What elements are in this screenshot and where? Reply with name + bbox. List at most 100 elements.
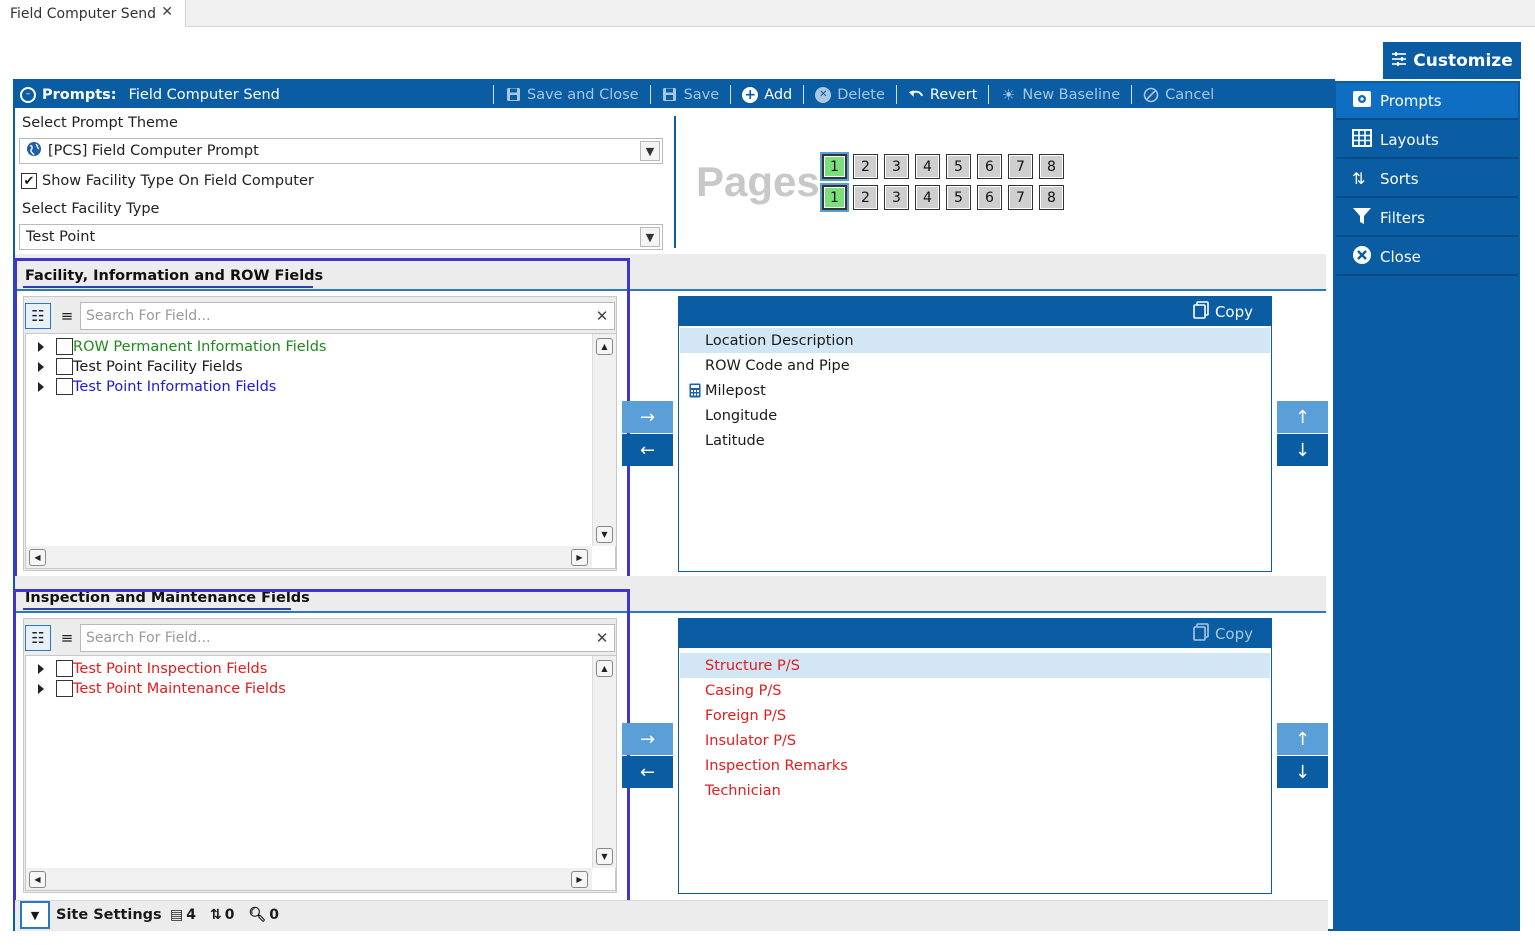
calculator-icon [689, 383, 701, 402]
sidebar-item-label: Prompts [1380, 91, 1442, 110]
filter-count: 🔍︎ 0 [248, 907, 279, 923]
prompts-toolbar: – Prompts: Field Computer Send Save and … [15, 81, 1333, 108]
page-button-7[interactable]: 7 [1008, 154, 1033, 179]
list-item-label: Insulator P/S [705, 732, 797, 749]
prompt-theme-select[interactable]: [PCS] Field Computer Prompt ▼ [19, 138, 663, 164]
footer-counts: ▤ 4 ⇅ 0 🔍︎ 0 [170, 907, 279, 923]
arrow-up-icon: ↑ [1294, 728, 1311, 750]
cancel-icon [1143, 87, 1159, 103]
list-item[interactable]: Casing P/S [680, 678, 1270, 703]
highlight-box [13, 589, 630, 912]
delete-button[interactable]: ✕ Delete [803, 85, 896, 104]
collapse-circle-icon[interactable]: – [20, 86, 36, 103]
move-down-button[interactable]: ↓ [1277, 434, 1328, 466]
facility-type-select[interactable]: Test Point ▼ [19, 224, 663, 250]
page-button-5[interactable]: 5 [946, 154, 971, 179]
pages-row-1: 1 2 3 4 5 6 7 8 [820, 152, 1064, 181]
magnifier-icon: 🔍︎ [248, 907, 267, 923]
move-left-button[interactable]: ← [622, 756, 673, 788]
chevron-down-icon[interactable]: ▼ [640, 227, 660, 247]
page-button-7[interactable]: 7 [1008, 185, 1033, 210]
copy-icon[interactable] [1193, 300, 1209, 323]
list-item[interactable]: Inspection Remarks [680, 753, 1270, 778]
page-button-2[interactable]: 2 [853, 185, 878, 210]
page-button-8[interactable]: 8 [1039, 185, 1064, 210]
sun-icon: ☀ [1001, 85, 1016, 104]
list-item[interactable]: Location Description [680, 328, 1270, 353]
list-item-label: Inspection Remarks [705, 757, 848, 774]
move-left-button[interactable]: ← [622, 434, 673, 466]
page-button-3[interactable]: 3 [884, 154, 909, 179]
new-baseline-button[interactable]: ☀ New Baseline [988, 85, 1131, 104]
sort-count: ⇅ 0 [210, 907, 234, 923]
prompt-theme-label: Select Prompt Theme [22, 115, 178, 131]
move-right-button[interactable]: → [622, 401, 673, 433]
copy-icon[interactable] [1193, 622, 1209, 645]
tab-title: Field Computer Send [10, 5, 157, 22]
list-item[interactable]: Latitude [680, 428, 1270, 453]
page-button-1[interactable]: 1 [820, 183, 849, 212]
floppy-icon [505, 87, 521, 103]
page-button-2[interactable]: 2 [853, 154, 878, 179]
sidebar-item-sorts[interactable]: ⇅ Sorts [1336, 161, 1518, 198]
list-item[interactable]: Foreign P/S [680, 703, 1270, 728]
page-button-5[interactable]: 5 [946, 185, 971, 210]
tab-close-icon[interactable]: ✕ [161, 4, 173, 20]
move-down-button[interactable]: ↓ [1277, 756, 1328, 788]
arrow-left-icon: ← [639, 439, 656, 461]
revert-button[interactable]: Revert [895, 85, 989, 104]
list-item[interactable]: Insulator P/S [680, 728, 1270, 753]
add-label: Add [764, 86, 793, 103]
add-button[interactable]: + Add [730, 85, 803, 104]
show-facility-checkbox[interactable]: ✔ [21, 173, 37, 189]
move-right-button[interactable]: → [622, 723, 673, 755]
page-button-3[interactable]: 3 [884, 185, 909, 210]
sidebar-item-label: Close [1380, 247, 1421, 266]
highlight-box [14, 258, 630, 582]
page-button-4[interactable]: 4 [915, 185, 940, 210]
page-button-8[interactable]: 8 [1039, 154, 1064, 179]
toolbar-title-text: Field Computer Send [128, 86, 280, 103]
list-item[interactable]: Milepost [680, 378, 1270, 403]
selected-fields-list: Copy Structure P/S Casing P/S Foreign P/… [678, 618, 1272, 894]
grid-icon [1352, 128, 1372, 151]
sort-count-value: 0 [224, 907, 235, 923]
show-facility-checkbox-row[interactable]: ✔ Show Facility Type On Field Computer [21, 173, 314, 189]
list-item-label: Latitude [705, 432, 765, 449]
document-tab[interactable]: Field Computer Send ✕ [0, 0, 186, 27]
facility-type-value: Test Point [26, 229, 96, 245]
save-and-close-button[interactable]: Save and Close [493, 85, 650, 104]
page-button-6[interactable]: 6 [977, 154, 1002, 179]
prompt-count-value: 4 [186, 907, 196, 923]
page-button-6[interactable]: 6 [977, 185, 1002, 210]
copy-label[interactable]: Copy [1215, 303, 1253, 321]
show-facility-label: Show Facility Type On Field Computer [42, 173, 314, 189]
list-item[interactable]: Technician [680, 778, 1270, 803]
page-button-1[interactable]: 1 [820, 152, 849, 181]
floppy-icon [662, 87, 678, 103]
sidebar-item-layouts[interactable]: Layouts [1336, 122, 1518, 159]
arrow-down-icon: ↓ [1294, 761, 1311, 783]
customize-button[interactable]: Customize [1383, 42, 1521, 79]
list-item[interactable]: ROW Code and Pipe [680, 353, 1270, 378]
sidebar-item-filters[interactable]: Filters [1336, 200, 1518, 237]
globe-icon [26, 141, 42, 161]
page-button-4[interactable]: 4 [915, 154, 940, 179]
sort-icon: ⇅ [1352, 169, 1366, 188]
save-button[interactable]: Save [649, 85, 731, 104]
move-up-button[interactable]: ↑ [1277, 723, 1328, 755]
expand-chevron-icon[interactable]: ▼ [20, 901, 50, 929]
sidebar-item-prompts[interactable]: Prompts [1336, 83, 1518, 120]
list-item[interactable]: Longitude [680, 403, 1270, 428]
plus-circle-icon: + [742, 86, 759, 103]
cancel-button[interactable]: Cancel [1131, 85, 1225, 104]
document-icon: ▤ [170, 907, 184, 923]
copy-label[interactable]: Copy [1215, 625, 1253, 643]
arrow-right-icon: → [639, 728, 656, 750]
move-up-button[interactable]: ↑ [1277, 401, 1328, 433]
chevron-down-icon[interactable]: ▼ [640, 141, 660, 161]
prompt-count: ▤ 4 [170, 907, 196, 923]
list-item[interactable]: Structure P/S [680, 653, 1270, 678]
sidebar-item-label: Layouts [1380, 130, 1439, 149]
sidebar-item-close[interactable]: Close [1336, 239, 1518, 276]
